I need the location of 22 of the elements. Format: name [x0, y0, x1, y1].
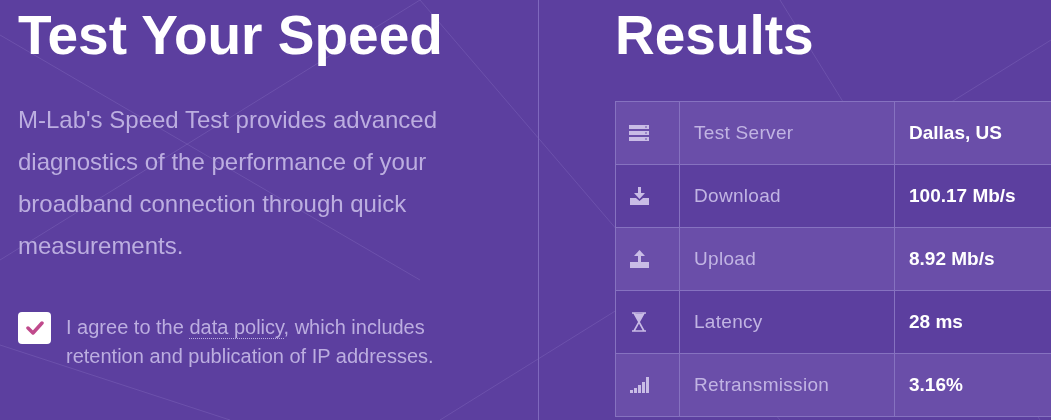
- signal-icon: [629, 377, 649, 393]
- agreement-text: I agree to the data policy, which includes retention and publication of IP addresses.: [66, 315, 435, 369]
- upload-icon: [629, 250, 649, 268]
- check-icon: [25, 321, 44, 335]
- results-title: Results: [615, 3, 815, 68]
- page-title: Test Your Speed: [18, 3, 444, 68]
- hourglass-icon: [631, 312, 647, 332]
- description: M-Lab's Speed Test provides advanced diagnostics of the performance of your broadband connection through quick measurements.: [18, 105, 439, 261]
- result-value: 8.92 Mb/s: [909, 246, 995, 271]
- result-label: Retransmission: [694, 372, 830, 397]
- download-icon: [629, 187, 649, 205]
- result-label: Upload: [694, 246, 756, 271]
- agree-checkbox[interactable]: [18, 312, 51, 344]
- result-label: Download: [694, 183, 781, 208]
- data-policy-link[interactable]: data policy: [189, 316, 284, 339]
- result-value: 3.16%: [909, 372, 963, 397]
- result-value: 100.17 Mb/s: [909, 183, 1016, 208]
- result-label: Latency: [694, 309, 763, 334]
- result-value: Dallas, US: [909, 120, 1002, 145]
- result-value: 28 ms: [909, 309, 963, 334]
- result-label: Test Server: [694, 120, 794, 145]
- server-icon: [629, 125, 649, 141]
